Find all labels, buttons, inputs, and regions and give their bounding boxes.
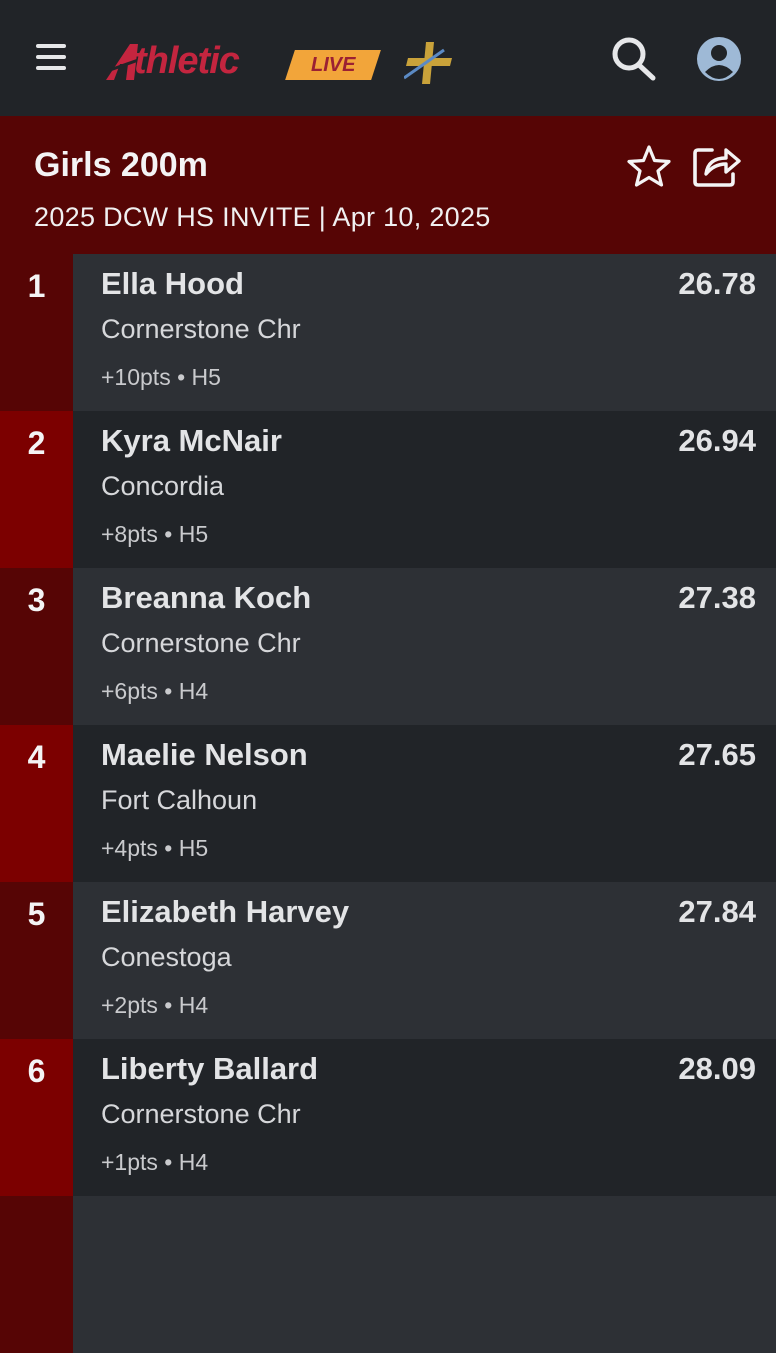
logo-live-badge: LIVE — [285, 50, 381, 80]
plus-logo-icon[interactable] — [404, 42, 454, 84]
points-heat: +2pts • H4 — [101, 992, 209, 1018]
points-heat: +10pts • H5 — [101, 364, 221, 390]
place-column: 6 — [0, 1039, 73, 1196]
athletic-live-logo[interactable]: thletic LIVE — [104, 36, 384, 86]
result-time: 27.84 — [678, 894, 756, 929]
team-name: Cornerstone Chr — [101, 1099, 301, 1129]
place-number: 5 — [27, 896, 46, 932]
result-row[interactable]: 6 Liberty Ballard Cornerstone Chr +1pts … — [0, 1039, 776, 1196]
points-heat: +4pts • H5 — [101, 835, 209, 861]
result-row[interactable]: 5 Elizabeth Harvey Conestoga +2pts • H4 … — [0, 882, 776, 1039]
event-header: Girls 200m 2025 DCW HS INVITE | Apr 10, … — [0, 116, 776, 254]
place-column: 2 — [0, 411, 73, 568]
athlete-name: Maelie Nelson — [101, 737, 308, 772]
result-row-partial[interactable] — [0, 1196, 776, 1353]
top-app-bar: thletic LIVE — [0, 0, 776, 116]
share-icon[interactable] — [692, 142, 742, 188]
result-time: 27.38 — [678, 580, 756, 615]
hamburger-menu-icon[interactable] — [36, 44, 68, 74]
place-number: 2 — [27, 425, 46, 461]
team-name: Concordia — [101, 471, 225, 501]
athlete-name: Kyra McNair — [101, 423, 282, 458]
result-time: 26.78 — [678, 266, 756, 301]
result-details: Maelie Nelson Fort Calhoun +4pts • H5 27… — [73, 725, 776, 882]
place-column: 4 — [0, 725, 73, 882]
event-title: Girls 200m — [34, 146, 208, 184]
place-column: 5 — [0, 882, 73, 1039]
points-heat: +1pts • H4 — [101, 1149, 209, 1175]
result-details — [73, 1196, 776, 1353]
team-name: Conestoga — [101, 942, 232, 972]
place-column — [0, 1196, 73, 1353]
result-time: 27.65 — [678, 737, 756, 772]
results-list: 1 Ella Hood Cornerstone Chr +10pts • H5 … — [0, 254, 776, 1353]
result-details: Liberty Ballard Cornerstone Chr +1pts • … — [73, 1039, 776, 1196]
search-icon[interactable] — [610, 36, 658, 82]
meet-subtitle: 2025 DCW HS INVITE | Apr 10, 2025 — [34, 202, 491, 232]
place-column: 1 — [0, 254, 73, 411]
result-details: Elizabeth Harvey Conestoga +2pts • H4 27… — [73, 882, 776, 1039]
points-heat: +6pts • H4 — [101, 678, 209, 704]
result-details: Breanna Koch Cornerstone Chr +6pts • H4 … — [73, 568, 776, 725]
account-icon[interactable] — [696, 36, 742, 82]
athlete-name: Ella Hood — [101, 266, 244, 301]
result-time: 28.09 — [678, 1051, 756, 1086]
team-name: Cornerstone Chr — [101, 314, 301, 344]
result-row[interactable]: 3 Breanna Koch Cornerstone Chr +6pts • H… — [0, 568, 776, 725]
team-name: Fort Calhoun — [101, 785, 258, 815]
result-time: 26.94 — [678, 423, 756, 458]
result-row[interactable]: 4 Maelie Nelson Fort Calhoun +4pts • H5 … — [0, 725, 776, 882]
result-details: Ella Hood Cornerstone Chr +10pts • H5 26… — [73, 254, 776, 411]
points-heat: +8pts • H5 — [101, 521, 209, 547]
star-icon[interactable] — [626, 144, 672, 188]
athlete-name: Elizabeth Harvey — [101, 894, 350, 929]
athlete-name: Breanna Koch — [101, 580, 312, 615]
place-number: 3 — [27, 582, 46, 618]
team-name: Cornerstone Chr — [101, 628, 301, 658]
result-row[interactable]: 2 Kyra McNair Concordia +8pts • H5 26.94 — [0, 411, 776, 568]
place-number: 6 — [27, 1053, 46, 1089]
athlete-name: Liberty Ballard — [101, 1051, 319, 1086]
place-column: 3 — [0, 568, 73, 725]
result-details: Kyra McNair Concordia +8pts • H5 26.94 — [73, 411, 776, 568]
place-number: 1 — [27, 268, 46, 304]
result-row[interactable]: 1 Ella Hood Cornerstone Chr +10pts • H5 … — [0, 254, 776, 411]
place-number: 4 — [27, 739, 46, 775]
